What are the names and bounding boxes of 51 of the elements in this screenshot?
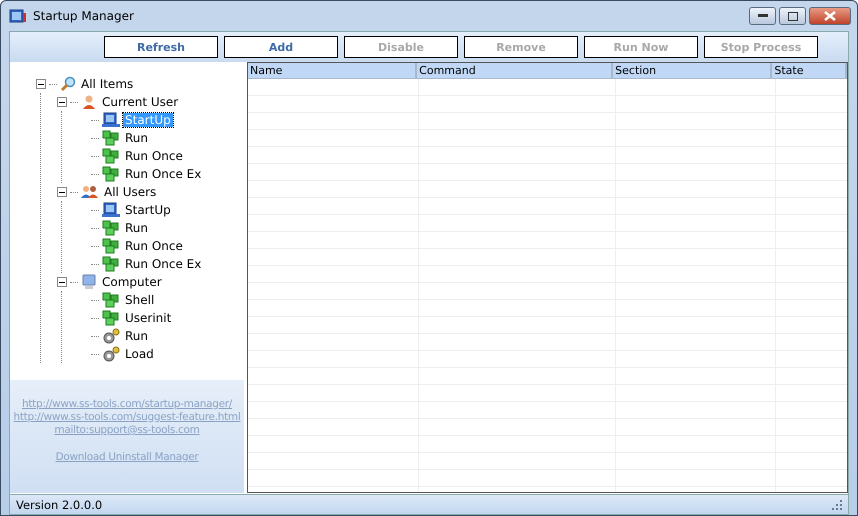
resize-grip-icon[interactable] [832, 500, 842, 510]
laptop-icon [102, 112, 120, 128]
minimize-icon [758, 14, 768, 18]
tree-item[interactable]: Userinit [123, 311, 174, 325]
magnifier-icon [60, 76, 76, 92]
monitor-icon [81, 274, 97, 290]
tree-item[interactable]: Run Once Ex [123, 167, 204, 181]
collapse-icon[interactable] [57, 277, 67, 287]
cubes-icon [102, 220, 120, 236]
tree-item[interactable]: Run [123, 131, 150, 145]
collapse-icon[interactable] [36, 79, 46, 89]
cubes-icon [102, 130, 120, 146]
app-icon [9, 8, 27, 24]
column-header[interactable]: Section [613, 63, 772, 79]
tree-item[interactable]: StartUp [123, 203, 173, 217]
cubes-icon [102, 148, 120, 164]
tree-item[interactable]: Run Once [123, 239, 185, 253]
tree-item[interactable]: Run [123, 221, 150, 235]
tree-item[interactable]: Load [123, 347, 156, 361]
minimize-button[interactable] [749, 7, 776, 25]
close-icon [824, 11, 836, 21]
status-text: Version 2.0.0.0 [16, 498, 102, 512]
column-header[interactable]: Command [417, 63, 614, 79]
collapse-icon[interactable] [57, 187, 67, 197]
gears-icon [102, 346, 120, 362]
tree-item[interactable]: Run Once [123, 149, 185, 163]
window-title: Startup Manager [33, 9, 135, 23]
cubes-icon [102, 166, 120, 182]
toolbar-button[interactable]: Add [224, 36, 338, 58]
collapse-icon[interactable] [57, 97, 67, 107]
tree-item[interactable]: All Items [79, 77, 136, 91]
tree-item[interactable]: Run Once Ex [123, 257, 204, 271]
user-icon [81, 94, 97, 110]
maximize-icon [788, 12, 798, 20]
users-icon [81, 184, 99, 200]
tree-item[interactable]: Run [123, 329, 150, 343]
column-header[interactable]: State [772, 63, 847, 79]
column-header[interactable]: Name [248, 63, 418, 79]
cubes-icon [102, 292, 120, 308]
laptop-icon [102, 202, 120, 218]
tree-item[interactable]: Computer [100, 275, 164, 289]
tree-item[interactable]: Shell [123, 293, 156, 307]
cubes-icon [102, 238, 120, 254]
close-button[interactable] [809, 7, 851, 25]
gears-icon [102, 328, 120, 344]
tree-item[interactable]: Current User [100, 95, 180, 109]
cubes-icon [102, 256, 120, 272]
cubes-icon [102, 310, 120, 326]
tree-item[interactable]: All Users [102, 185, 158, 199]
toolbar-button[interactable]: Refresh [104, 36, 218, 58]
maximize-button[interactable] [779, 7, 806, 25]
